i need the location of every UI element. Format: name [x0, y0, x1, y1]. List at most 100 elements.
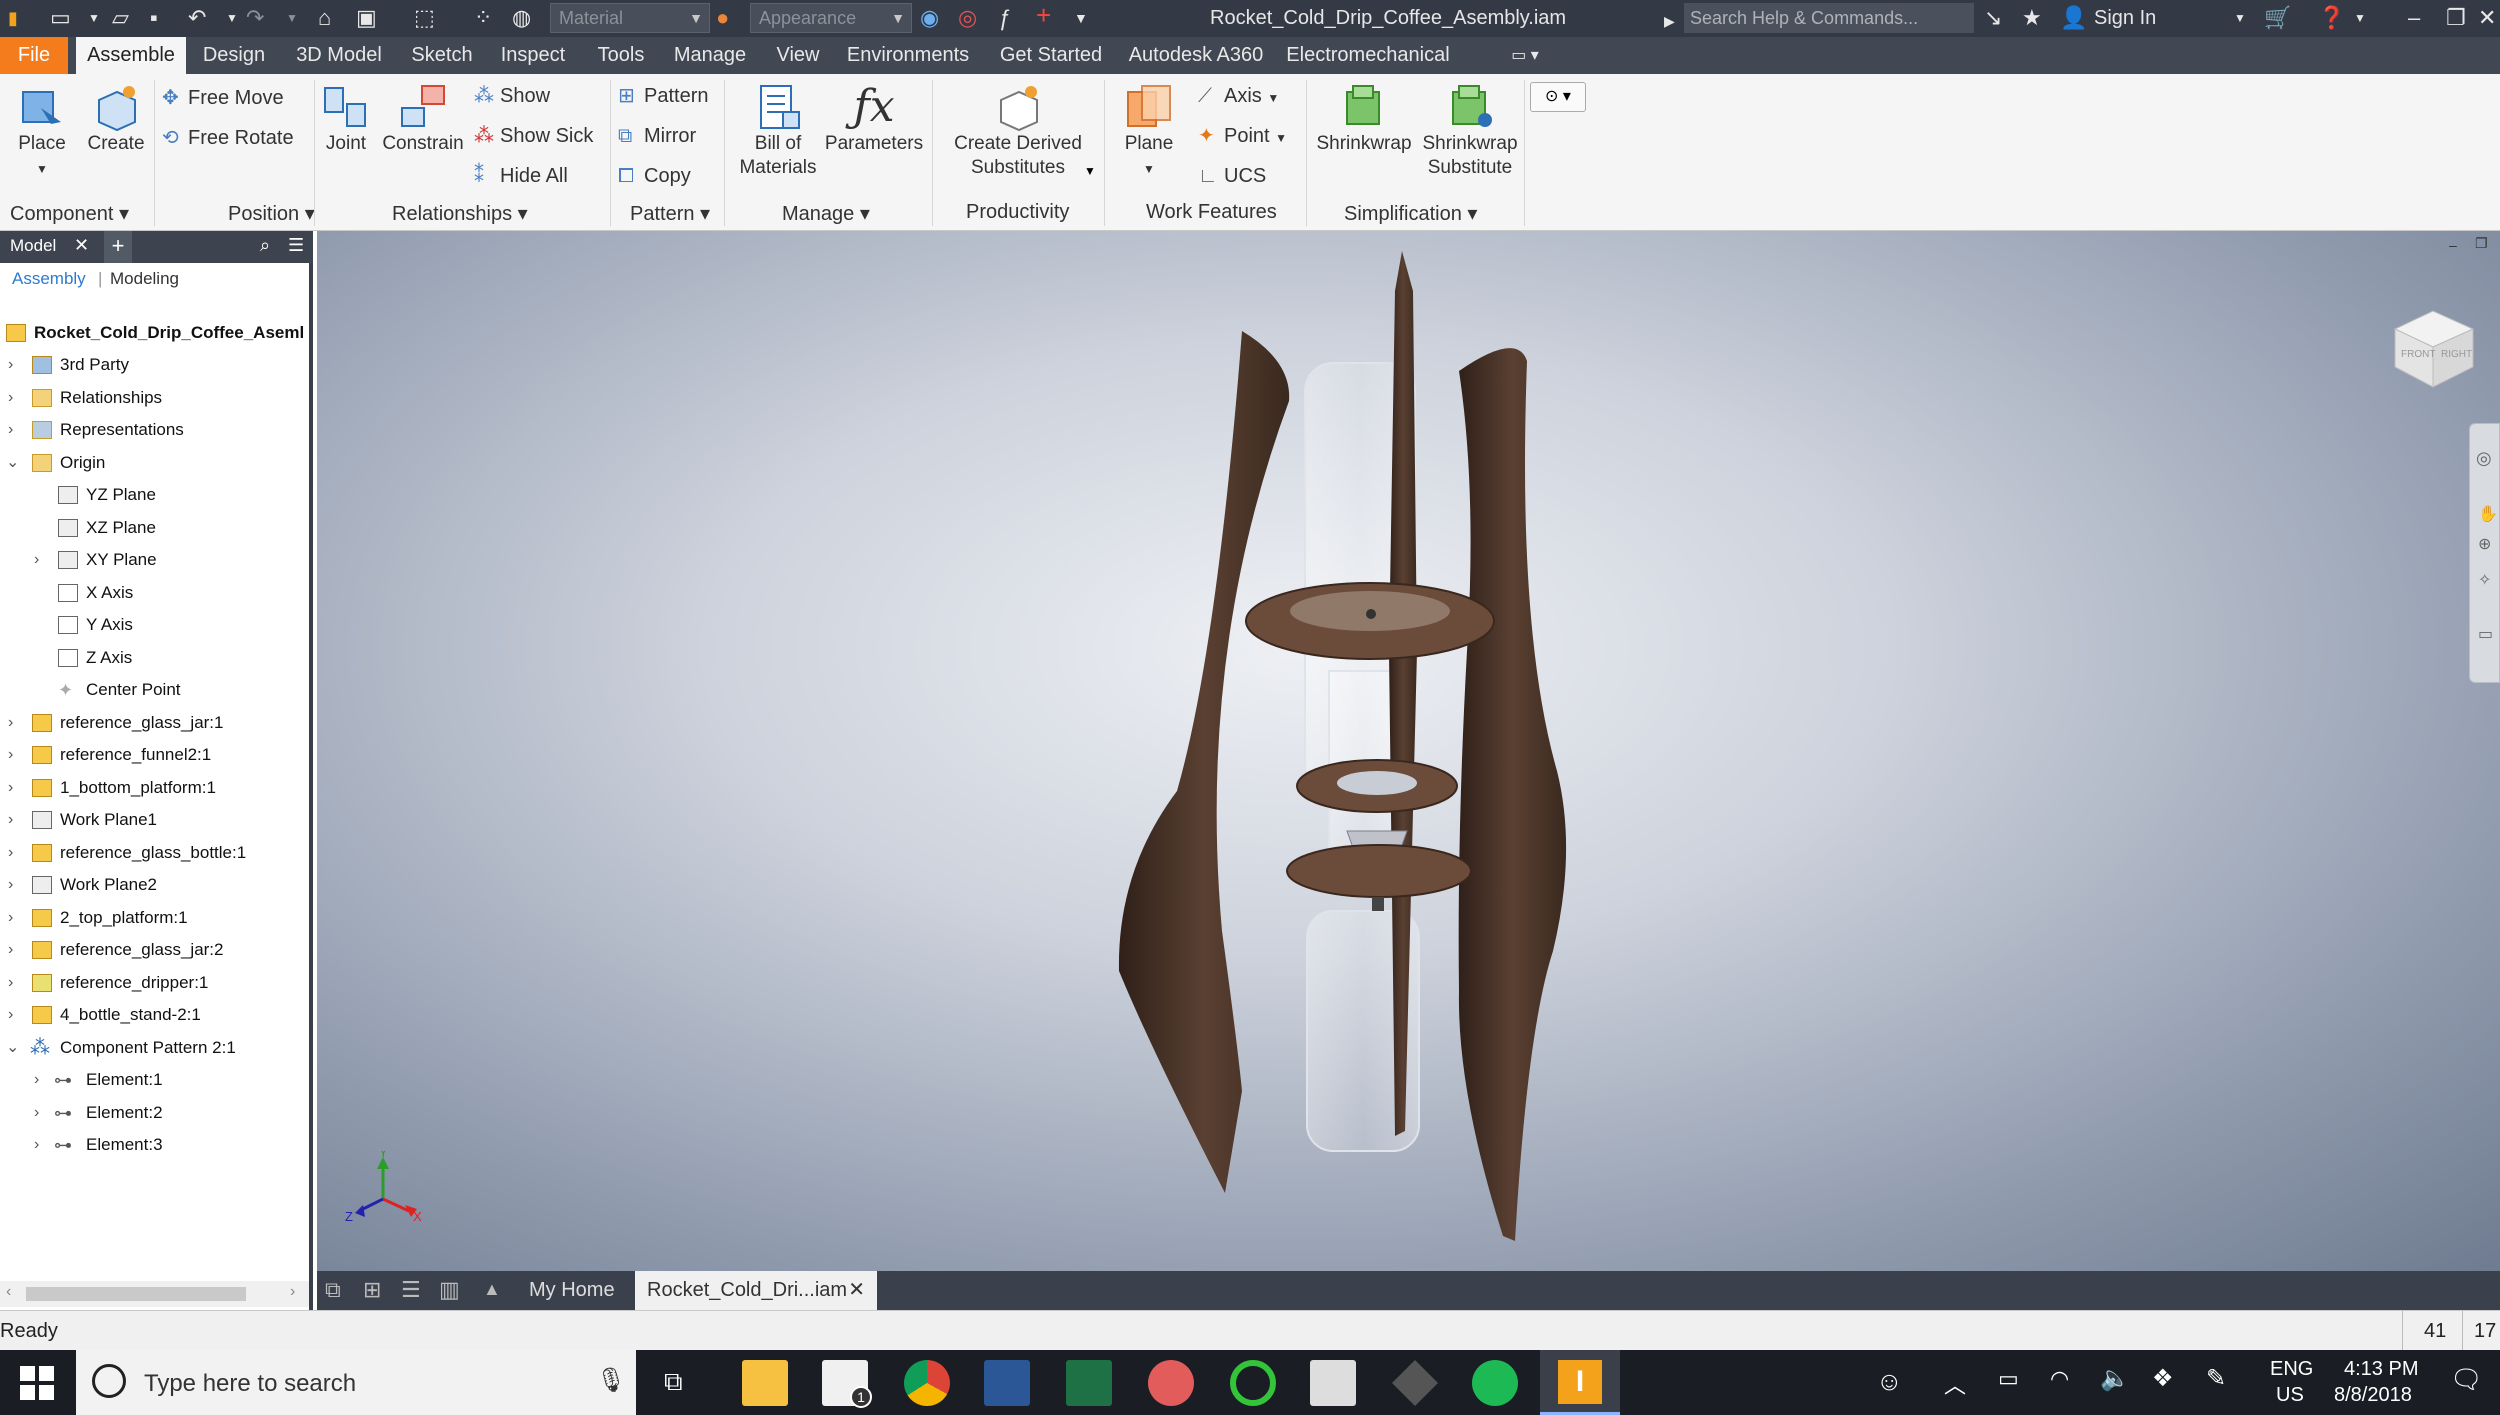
- battery-icon[interactable]: ▭: [1998, 1366, 2019, 1392]
- chevron-right-icon[interactable]: ›: [8, 707, 22, 739]
- tile-horizontal-icon[interactable]: ☰: [401, 1277, 421, 1303]
- dropbox-icon[interactable]: ❖: [2152, 1364, 2174, 1393]
- tile-vertical-icon[interactable]: ▥: [439, 1277, 460, 1303]
- group-manage-label[interactable]: Manage ▾: [782, 201, 870, 226]
- graphics-viewport[interactable]: Y X Z FRONT RIGHT – ❐ ◎ ✋ ⊕ ✧ ▭: [317, 231, 2500, 1271]
- menu-icon[interactable]: ☰: [288, 235, 304, 256]
- language-code[interactable]: ENG: [2270, 1358, 2313, 1381]
- language-region[interactable]: US: [2276, 1384, 2304, 1407]
- undo-icon[interactable]: ↶: [188, 5, 206, 31]
- pen-icon[interactable]: ✎: [2206, 1364, 2226, 1393]
- chevron-right-icon[interactable]: ›: [8, 414, 22, 446]
- group-simplification-label[interactable]: Simplification ▾: [1344, 201, 1477, 226]
- tab-file[interactable]: File: [0, 37, 68, 74]
- material-combo[interactable]: Material ▼: [550, 3, 710, 33]
- ribbon-options-dropdown[interactable]: ⊙ ▾: [1530, 82, 1586, 112]
- orbit-icon[interactable]: ✧: [2478, 570, 2491, 590]
- parameters-button[interactable]: ƒx Parameters: [822, 82, 926, 156]
- viewcube[interactable]: FRONT RIGHT: [2385, 301, 2481, 391]
- home-icon[interactable]: ⌂: [318, 5, 331, 31]
- inkscape-icon[interactable]: [1392, 1360, 1438, 1406]
- open-folder-icon[interactable]: ▱: [112, 5, 129, 31]
- pan-icon[interactable]: ✋: [2478, 504, 2498, 524]
- dripper-valve[interactable]: [1366, 609, 1376, 619]
- browser-tab-model[interactable]: Model: [10, 236, 56, 256]
- show-button[interactable]: ⁂ Show: [474, 84, 550, 108]
- shrinkwrap-button[interactable]: Shrinkwrap: [1312, 82, 1416, 156]
- chevron-down-icon[interactable]: ▼: [226, 5, 238, 31]
- adjust-appearance-icon[interactable]: ◉: [920, 5, 939, 31]
- chevron-right-icon[interactable]: ›: [34, 1129, 48, 1161]
- close-icon[interactable]: ✕: [848, 1271, 865, 1310]
- create-button[interactable]: Create: [80, 82, 152, 156]
- tab-manage[interactable]: Manage: [666, 37, 754, 74]
- chevron-right-icon[interactable]: ›: [8, 837, 22, 869]
- new-file-icon[interactable]: ▭: [50, 5, 71, 31]
- steering-wheel-icon[interactable]: ◎: [2476, 448, 2492, 469]
- restore-icon[interactable]: ❐: [2475, 235, 2488, 252]
- chevron-up-icon[interactable]: ︿: [1944, 1368, 1966, 1400]
- spotify-icon[interactable]: [1472, 1360, 1518, 1406]
- clock-date[interactable]: 8/8/2018: [2334, 1384, 2412, 1407]
- tab-environments[interactable]: Environments: [842, 37, 974, 74]
- tab-view[interactable]: View: [766, 37, 830, 74]
- taskbar-inventor-active[interactable]: I: [1540, 1350, 1620, 1415]
- microphone-icon[interactable]: 🎙: [596, 1366, 626, 1395]
- tab-inspect[interactable]: Inspect: [490, 37, 576, 74]
- paint-icon[interactable]: [1148, 1360, 1194, 1406]
- notifications-icon[interactable]: 🗨: [2450, 1364, 2483, 1395]
- tab-active-document[interactable]: Rocket_Cold_Dri...iam ✕: [635, 1271, 877, 1310]
- subtab-assembly[interactable]: Assembly: [12, 269, 86, 289]
- point-button[interactable]: ✦ Point ▼: [1198, 124, 1287, 150]
- customize-icon[interactable]: ▼: [1074, 5, 1088, 31]
- wifi-icon[interactable]: ◠: [2050, 1366, 2069, 1392]
- scrollbar-thumb[interactable]: [26, 1287, 246, 1301]
- globe-icon[interactable]: ◍: [512, 5, 531, 31]
- group-position-label[interactable]: Position ▾: [228, 201, 315, 226]
- zoom-icon[interactable]: ⊕: [2478, 534, 2491, 554]
- chevron-right-icon[interactable]: ›: [8, 382, 22, 414]
- tab-electromechanical[interactable]: Electromechanical: [1282, 37, 1454, 74]
- close-icon[interactable]: ✕: [2478, 5, 2496, 31]
- constrain-button[interactable]: Constrain: [380, 82, 466, 156]
- chevron-left-icon[interactable]: ‹: [6, 1283, 11, 1301]
- right-fin[interactable]: [1458, 348, 1567, 1242]
- chevron-up-icon[interactable]: ▲: [483, 1279, 501, 1300]
- appearance-ball-icon[interactable]: ●: [716, 5, 729, 31]
- clear-appearance-icon[interactable]: ◎: [958, 5, 977, 31]
- chevron-down-icon[interactable]: ▼: [2354, 5, 2366, 31]
- cart-icon[interactable]: 🛒: [2264, 5, 2291, 31]
- chevron-down-icon[interactable]: ▼: [286, 5, 298, 31]
- task-view-icon[interactable]: ⧉: [664, 1366, 683, 1398]
- search-icon[interactable]: ⌕: [260, 235, 270, 256]
- close-icon[interactable]: ✕: [74, 235, 89, 256]
- joint-button[interactable]: Joint: [318, 82, 374, 156]
- axis-button[interactable]: ⟋ Axis ▼: [1198, 84, 1279, 110]
- chevron-down-icon[interactable]: ▼: [88, 5, 100, 31]
- free-rotate-button[interactable]: ⟲ Free Rotate: [162, 126, 294, 150]
- chevron-right-icon[interactable]: ›: [8, 739, 22, 771]
- group-component-label[interactable]: Component ▾: [10, 201, 129, 226]
- pattern-button[interactable]: ⊞ Pattern: [618, 84, 708, 108]
- chevron-down-icon[interactable]: ▼: [1084, 164, 1096, 178]
- image-icon[interactable]: ▣: [356, 5, 377, 31]
- tree-root[interactable]: Rocket_Cold_Drip_Coffee_Aseml: [0, 317, 309, 349]
- ucs-button[interactable]: ∟ UCS: [1198, 164, 1266, 188]
- plane-button[interactable]: Plane ▼: [1110, 82, 1188, 181]
- free-move-button[interactable]: ✥ Free Move: [162, 86, 284, 110]
- chevron-right-icon[interactable]: ›: [34, 544, 48, 576]
- tab-3d-model[interactable]: 3D Model: [286, 37, 392, 74]
- hide-all-button[interactable]: ⁑ Hide All: [474, 164, 568, 188]
- people-icon[interactable]: ☺: [1876, 1366, 1903, 1397]
- help-icon[interactable]: ❓: [2318, 5, 2345, 31]
- group-pattern-label[interactable]: Pattern ▾: [630, 201, 710, 226]
- chevron-right-icon[interactable]: ›: [8, 349, 22, 381]
- save-icon[interactable]: ▪: [150, 5, 158, 31]
- shrinkwrap-substitute-button[interactable]: Shrinkwrap Substitute: [1418, 82, 1522, 180]
- create-derived-substitutes-button[interactable]: Create Derived Substitutes: [940, 82, 1096, 180]
- redo-icon[interactable]: ↷: [246, 5, 264, 31]
- group-relationships-label[interactable]: Relationships ▾: [392, 201, 528, 226]
- browser-horizontal-scrollbar[interactable]: ‹ ›: [0, 1281, 309, 1307]
- left-fin[interactable]: [1118, 331, 1290, 1193]
- minimize-icon[interactable]: –: [2408, 5, 2420, 31]
